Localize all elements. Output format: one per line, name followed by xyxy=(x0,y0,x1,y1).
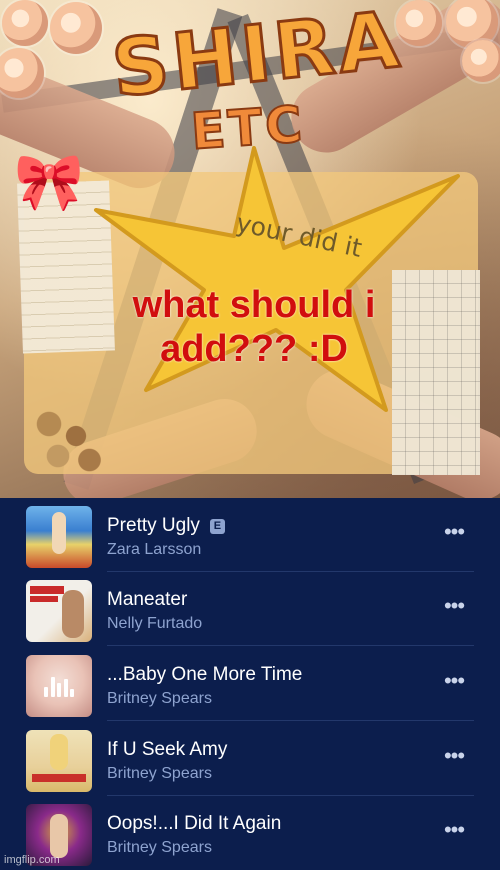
track-title: ...Baby One More Time xyxy=(107,664,303,685)
track-row[interactable]: Oops!...I Did It Again Britney Spears ••… xyxy=(0,796,500,870)
meme-collage: SHIRA ETC your did it 🎀 what should i ad… xyxy=(0,0,500,498)
album-art xyxy=(26,506,92,568)
track-list: Pretty Ugly E Zara Larsson ••• Maneater N… xyxy=(0,498,500,870)
dried-flowers-decoration xyxy=(22,400,112,480)
track-artist: Nelly Furtado xyxy=(107,615,203,632)
watermark: imgflip.com xyxy=(4,854,60,866)
ellipsis-icon[interactable]: ••• xyxy=(436,745,472,767)
track-title: Pretty Ugly E xyxy=(107,514,225,538)
now-playing-icon xyxy=(44,675,74,697)
track-title-text: Pretty Ugly xyxy=(107,515,200,536)
album-art xyxy=(26,580,92,642)
meme-caption: what should i add??? :D xyxy=(132,284,376,370)
album-art xyxy=(26,655,92,717)
bow-icon: 🎀 xyxy=(14,150,84,213)
track-row[interactable]: If U Seek Amy Britney Spears ••• xyxy=(0,722,500,796)
track-row[interactable]: ...Baby One More Time Britney Spears ••• xyxy=(0,647,500,721)
row-divider xyxy=(107,645,474,646)
track-row[interactable]: Maneater Nelly Furtado ••• xyxy=(0,572,500,646)
ellipsis-icon[interactable]: ••• xyxy=(436,521,472,543)
track-artist: Britney Spears xyxy=(107,765,212,782)
track-title: If U Seek Amy xyxy=(107,739,228,760)
album-art xyxy=(26,730,92,792)
track-artist: Britney Spears xyxy=(107,839,212,856)
explicit-badge: E xyxy=(209,519,225,534)
ellipsis-icon[interactable]: ••• xyxy=(436,595,472,617)
track-artist: Zara Larsson xyxy=(107,541,202,558)
track-artist: Britney Spears xyxy=(107,690,212,707)
ellipsis-icon[interactable]: ••• xyxy=(436,670,472,692)
track-row[interactable]: Pretty Ugly E Zara Larsson ••• xyxy=(0,498,500,572)
track-title: Oops!...I Did It Again xyxy=(107,813,282,834)
row-divider xyxy=(107,720,474,721)
rose-decoration xyxy=(50,2,102,54)
rose-decoration xyxy=(2,0,48,46)
rose-decoration xyxy=(396,0,442,46)
ellipsis-icon[interactable]: ••• xyxy=(436,819,472,841)
track-title: Maneater xyxy=(107,589,188,610)
rose-decoration xyxy=(462,40,500,82)
